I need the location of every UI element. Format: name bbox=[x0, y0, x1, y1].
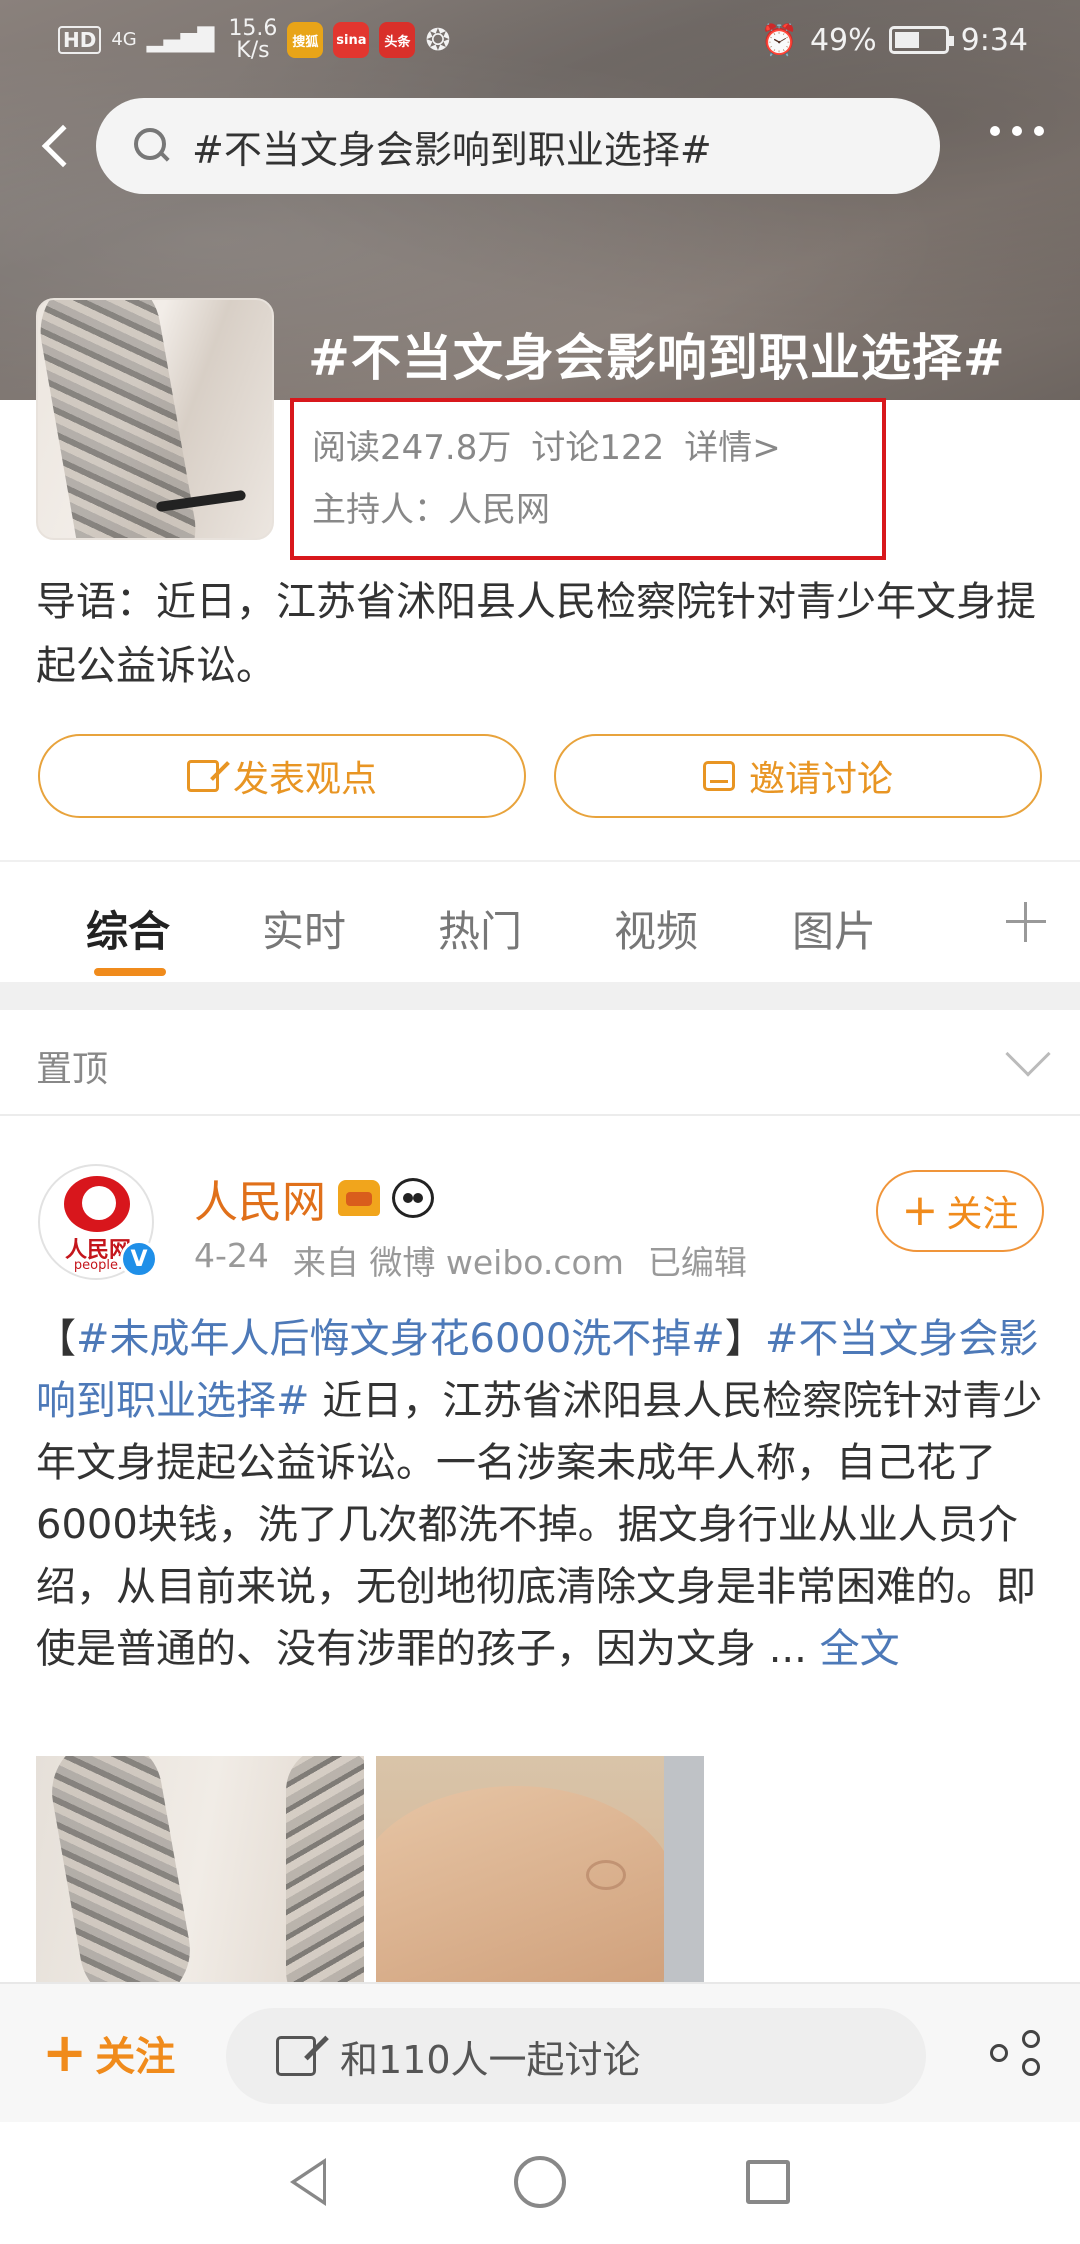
network-indicator: 4G bbox=[111, 29, 137, 50]
tab-hot[interactable]: 热门 bbox=[438, 898, 522, 959]
crown-badge-icon bbox=[338, 1180, 380, 1216]
hashtag-link[interactable]: #未成年人后悔文身花6000洗不掉# bbox=[76, 1316, 725, 1362]
follow-button[interactable]: + 关注 bbox=[876, 1170, 1044, 1252]
hd-indicator: HD bbox=[58, 26, 102, 54]
invite-discussion-button[interactable]: 邀请讨论 bbox=[554, 734, 1042, 818]
share-icon[interactable] bbox=[990, 2030, 1040, 2076]
discussion-placeholder: 和110人一起讨论 bbox=[340, 2037, 641, 2082]
post-image-2[interactable] bbox=[376, 1756, 704, 1982]
details-link[interactable]: 详情> bbox=[684, 420, 781, 469]
post-meta: 4-24 来自 微博 weibo.com 已编辑 bbox=[194, 1236, 747, 1284]
bottom-follow-button[interactable]: + 关注 bbox=[42, 2024, 175, 2082]
post-edited: 已编辑 bbox=[647, 1243, 747, 1282]
plus-icon: + bbox=[901, 1185, 939, 1236]
host-name[interactable]: 人民网 bbox=[448, 482, 550, 531]
network-speed: 15.6 K/s bbox=[228, 16, 278, 63]
post-opinion-label: 发表观点 bbox=[232, 759, 377, 800]
wechat-icon: ❂ bbox=[425, 22, 451, 58]
more-dot-icon bbox=[1034, 126, 1044, 136]
discussion-count: 讨论122 bbox=[531, 428, 665, 468]
back-arrow-icon bbox=[41, 124, 85, 168]
read-count: 阅读247.8万 bbox=[312, 428, 512, 468]
sohu-app-icon: 搜狐 bbox=[287, 22, 324, 58]
alarm-icon: ⏰ bbox=[760, 22, 798, 58]
topic-thumbnail bbox=[36, 298, 274, 540]
battery-icon bbox=[888, 26, 954, 54]
signal-icon: ▂▄▆█ bbox=[146, 27, 215, 53]
verified-badge-icon: V bbox=[120, 1240, 158, 1278]
search-icon bbox=[132, 126, 172, 166]
top-nav: #不当文身会影响到职业选择# bbox=[0, 98, 1080, 194]
host-label: 主持人： bbox=[312, 490, 448, 530]
post-body: 【#未成年人后悔文身花6000洗不掉#】#不当文身会影响到职业选择# 近日，江苏… bbox=[36, 1316, 1043, 1672]
tab-pictures[interactable]: 图片 bbox=[792, 898, 876, 959]
more-dot-icon bbox=[990, 126, 1000, 136]
post-author[interactable]: 人民网 bbox=[194, 1166, 434, 1230]
chevron-down-icon bbox=[1005, 1031, 1051, 1077]
post-opinion-button[interactable]: 发表观点 bbox=[38, 734, 526, 818]
invite-label: 邀请讨论 bbox=[748, 759, 893, 800]
invite-icon bbox=[702, 761, 735, 791]
tab-video[interactable]: 视频 bbox=[614, 898, 698, 959]
active-tab-indicator bbox=[94, 968, 166, 976]
system-home-icon[interactable] bbox=[514, 2156, 566, 2208]
sina-app-icon: sina bbox=[333, 22, 370, 58]
pinned-section-header[interactable]: 置顶 bbox=[0, 1010, 1080, 1116]
people-daily-logo bbox=[64, 1176, 130, 1232]
post-source: 来自 微博 weibo.com bbox=[292, 1243, 624, 1282]
content-tabs: 综合 实时 热门 视频 图片 bbox=[0, 860, 1080, 982]
author-name: 人民网 bbox=[194, 1177, 326, 1228]
post-date: 4-24 bbox=[194, 1236, 269, 1275]
system-recents-icon[interactable] bbox=[746, 2160, 790, 2204]
topic-intro: 导语：近日，江苏省沭阳县人民检察院针对青少年文身提起公益诉讼。 bbox=[36, 579, 1036, 689]
more-options-button[interactable] bbox=[990, 126, 1044, 136]
status-bar: HD 4G ▂▄▆█ 15.6 K/s 搜狐 sina 头条 ❂ ⏰ 49% 9:… bbox=[0, 0, 1080, 80]
section-divider bbox=[0, 982, 1080, 1010]
edit-icon bbox=[276, 2036, 316, 2076]
search-query: #不当文身会影响到职业选择# bbox=[192, 127, 712, 172]
pinned-label: 置顶 bbox=[36, 1049, 109, 1090]
system-back-icon[interactable] bbox=[290, 2158, 326, 2206]
more-dot-icon bbox=[1012, 126, 1022, 136]
system-nav-bar bbox=[0, 2122, 1080, 2244]
panda-badge-icon bbox=[392, 1178, 434, 1218]
discussion-input[interactable]: 和110人一起讨论 bbox=[226, 2008, 926, 2104]
back-button[interactable] bbox=[26, 116, 86, 176]
add-tab-icon[interactable] bbox=[1006, 902, 1046, 942]
toutiao-app-icon: 头条 bbox=[379, 22, 416, 58]
plus-icon: + bbox=[42, 2021, 88, 2084]
tab-comprehensive[interactable]: 综合 bbox=[86, 898, 170, 959]
full-text-link[interactable]: 全文 bbox=[820, 1626, 900, 1672]
topic-title: #不当文身会影响到职业选择# bbox=[308, 329, 1006, 387]
tab-realtime[interactable]: 实时 bbox=[262, 898, 346, 959]
battery-percent: 49% bbox=[809, 22, 877, 58]
topic-stats-highlight: 阅读247.8万 讨论122 详情> 主持人： 人民网 bbox=[290, 398, 886, 560]
search-bar[interactable]: #不当文身会影响到职业选择# bbox=[96, 98, 940, 194]
bottom-action-bar: + 关注 和110人一起讨论 bbox=[0, 1982, 1080, 2122]
clock: 9:34 bbox=[960, 22, 1028, 58]
post-image-1[interactable] bbox=[36, 1756, 364, 1982]
edit-icon bbox=[186, 760, 219, 792]
